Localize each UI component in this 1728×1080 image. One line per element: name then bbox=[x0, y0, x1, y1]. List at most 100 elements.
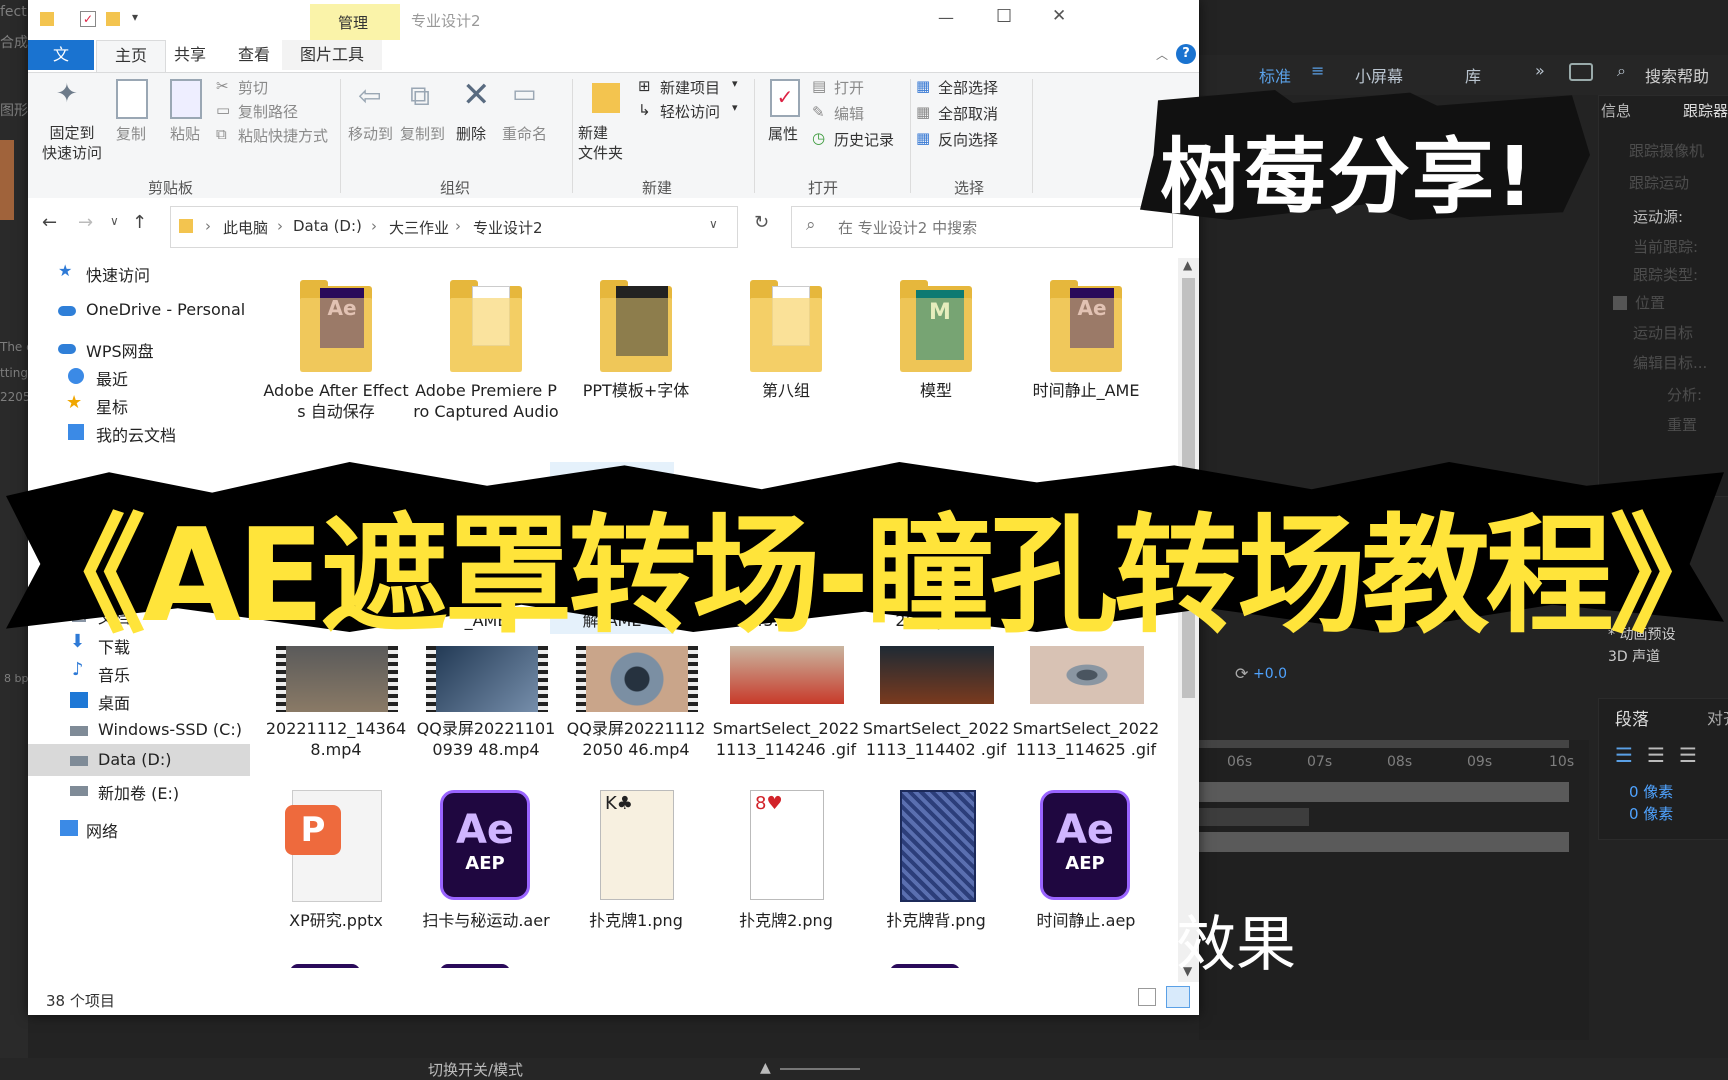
layer-bar[interactable] bbox=[1199, 832, 1569, 852]
offset-value[interactable]: +0.0 bbox=[1253, 666, 1287, 682]
search-icon[interactable]: ⌕ bbox=[1617, 61, 1626, 81]
tab-view[interactable]: 查看 bbox=[220, 40, 288, 70]
workspace-tab-standard[interactable]: 标准 bbox=[1259, 63, 1291, 87]
large-icons-view-icon[interactable] bbox=[1166, 986, 1190, 1008]
copy-path-button[interactable]: ▭ 复制路径 bbox=[216, 101, 346, 125]
align-center-icon[interactable]: ☰ bbox=[1647, 743, 1665, 767]
refresh-icon[interactable]: ↻ bbox=[754, 212, 769, 233]
workspace-tab-library[interactable]: 库 bbox=[1465, 63, 1481, 87]
select-all-button[interactable]: ▦ 全部选择 bbox=[916, 77, 1026, 101]
chevron-right-double-icon[interactable]: » bbox=[1535, 61, 1545, 80]
breadcrumb-item[interactable]: Data (D:) bbox=[293, 217, 362, 235]
video-file-item[interactable]: QQ录屏202211122050 46.mp4 bbox=[562, 646, 710, 760]
forward-arrow-icon[interactable]: → bbox=[78, 212, 93, 233]
video-file-item[interactable]: 20221112_143648.mp4 bbox=[262, 646, 410, 760]
workspace-tab-small-screen[interactable]: 小屏幕 bbox=[1355, 63, 1403, 87]
zoom-slider[interactable] bbox=[780, 1068, 860, 1070]
gif-file-item[interactable]: SmartSelect_20221113_114402 .gif bbox=[862, 646, 1010, 760]
reset-button[interactable]: 重置 bbox=[1667, 414, 1697, 435]
png-file-item[interactable]: 扑克牌背.png bbox=[862, 790, 1010, 931]
nav-item-drive-e[interactable]: 新加卷 (E:) bbox=[28, 776, 250, 806]
nav-item-network[interactable]: 网络 bbox=[28, 814, 250, 844]
workspace-settings-icon[interactable] bbox=[1569, 63, 1593, 81]
align-right-icon[interactable]: ☰ bbox=[1679, 743, 1697, 767]
gif-file-item[interactable]: SmartSelect_20221113_114246 .gif bbox=[712, 646, 860, 760]
nav-item-drive-d[interactable]: Data (D:) bbox=[28, 744, 250, 776]
select-none-button[interactable]: ▦ 全部取消 bbox=[916, 103, 1026, 127]
history-button[interactable]: ◷ 历史记录 bbox=[812, 129, 908, 153]
cut-button[interactable]: ✂ 剪切 bbox=[216, 77, 346, 101]
aep-file-item[interactable]: Ae AEP 扫卡与秘运动.aer bbox=[412, 790, 560, 931]
folder-item[interactable]: Ae 时间静止_AME bbox=[1012, 280, 1160, 401]
nav-item-music[interactable]: ♪ 音乐 bbox=[28, 658, 250, 688]
track-camera-button[interactable]: 跟踪摄像机 bbox=[1629, 140, 1704, 161]
copy-to-button[interactable]: ⧉ 复制到 bbox=[400, 79, 450, 159]
nav-item-recent[interactable]: 最近 bbox=[28, 362, 250, 392]
collapse-ribbon-icon[interactable]: ︿ bbox=[1156, 46, 1168, 63]
nav-item-wps-drive[interactable]: WPS网盘 bbox=[28, 334, 250, 364]
breadcrumb-item[interactable]: 大三作业 bbox=[389, 217, 449, 238]
toggle-mode-button[interactable]: 切换开关/模式 bbox=[428, 1059, 523, 1080]
search-box[interactable]: ⌕ 在 专业设计2 中搜索 bbox=[791, 206, 1173, 248]
move-to-button[interactable]: ⇦ 移动到 bbox=[348, 79, 398, 159]
edit-button[interactable]: ✎ 编辑 bbox=[812, 103, 908, 127]
easy-access-button[interactable]: ↳ 轻松访问 ▾ bbox=[638, 101, 748, 125]
layer-bar[interactable] bbox=[1199, 782, 1569, 802]
tab-paragraph[interactable]: 段落 bbox=[1615, 705, 1649, 730]
nav-item-quick-access[interactable]: ★ 快速访问 bbox=[28, 258, 250, 288]
zoom-out-icon[interactable]: ▲ bbox=[760, 1060, 771, 1076]
help-icon[interactable]: ? bbox=[1176, 44, 1196, 64]
new-folder-quick-icon[interactable] bbox=[106, 12, 120, 26]
back-arrow-icon[interactable]: ← bbox=[42, 212, 57, 233]
paste-button[interactable]: 粘贴 bbox=[162, 79, 210, 159]
png-file-item[interactable]: 8♥ 扑克牌2.png bbox=[712, 790, 860, 931]
menu-icon[interactable]: ≡ bbox=[1311, 61, 1324, 80]
layer-bar[interactable] bbox=[1199, 808, 1309, 826]
search-help-input[interactable]: 搜索帮助 bbox=[1645, 63, 1709, 87]
track-motion-button[interactable]: 跟踪运动 bbox=[1629, 172, 1689, 193]
nav-item-starred[interactable]: ★ 星标 bbox=[28, 390, 250, 420]
gif-file-item[interactable]: SmartSelect_20221113_114625 .gif bbox=[1012, 646, 1160, 760]
chevron-down-icon[interactable]: ∨ bbox=[709, 217, 718, 231]
folder-item[interactable]: Adobe Premiere Pro Captured Audio bbox=[412, 280, 560, 422]
tab-tracker[interactable]: 跟踪器 bbox=[1683, 100, 1728, 121]
png-file-item[interactable]: K♣ 扑克牌1.png bbox=[562, 790, 710, 931]
aep-file-item[interactable]: Ae AEP 时间静止.aep bbox=[1012, 790, 1160, 931]
address-bar[interactable]: › 此电脑 › Data (D:) › 大三作业 › 专业设计2 ∨ bbox=[170, 206, 738, 248]
nav-item-onedrive[interactable]: OneDrive - Personal bbox=[28, 296, 250, 326]
folder-item[interactable]: PPT模板+字体 bbox=[562, 280, 710, 401]
properties-button[interactable]: ✓ 属性 bbox=[760, 79, 810, 169]
rotate-icon[interactable]: ⟳ bbox=[1235, 664, 1248, 683]
copy-button[interactable]: 复制 bbox=[108, 79, 156, 159]
nav-item-drive-c[interactable]: Windows-SSD (C:) bbox=[28, 716, 250, 746]
paste-shortcut-button[interactable]: ⧉ 粘贴快捷方式 bbox=[216, 125, 346, 149]
delete-button[interactable]: ✕ 删除 bbox=[456, 75, 496, 159]
tab-file[interactable]: 文件 bbox=[28, 40, 94, 94]
align-left-icon[interactable]: ☰ bbox=[1615, 743, 1633, 767]
details-view-icon[interactable] bbox=[1138, 988, 1156, 1006]
close-button[interactable]: ✕ bbox=[1052, 6, 1066, 26]
minimize-button[interactable]: — bbox=[938, 8, 954, 27]
scroll-up-icon[interactable]: ▲ bbox=[1183, 258, 1192, 272]
maximize-button[interactable]: ☐ bbox=[996, 6, 1012, 27]
nav-item-desktop[interactable]: 桌面 bbox=[28, 686, 250, 716]
breadcrumb-item[interactable]: 专业设计2 bbox=[473, 217, 543, 238]
tab-share[interactable]: 共享 bbox=[156, 40, 224, 70]
position-checkbox[interactable] bbox=[1613, 296, 1627, 310]
tab-info[interactable]: 信息 bbox=[1601, 100, 1631, 121]
folder-item[interactable]: Ae Adobe After Effects 自动保存 bbox=[262, 280, 410, 422]
properties-quick-icon[interactable]: ✓ bbox=[80, 11, 96, 27]
breadcrumb-item[interactable]: 此电脑 bbox=[223, 217, 268, 238]
tab-manage[interactable]: 管理 bbox=[338, 12, 368, 33]
new-item-button[interactable]: ⊞ 新建项目 ▾ bbox=[638, 77, 748, 101]
folder-item[interactable]: 第八组 bbox=[712, 280, 860, 401]
open-button[interactable]: ▤ 打开 bbox=[812, 77, 908, 101]
pin-to-quick-access-button[interactable]: ✦ 固定到 快速访问 bbox=[38, 79, 102, 169]
video-file-item[interactable]: QQ录屏202211010939 48.mp4 bbox=[412, 646, 560, 760]
rename-button[interactable]: ▭ 重命名 bbox=[502, 79, 552, 159]
nav-item-cloud-docs[interactable]: 我的云文档 bbox=[28, 418, 250, 448]
tab-picture-tools[interactable]: 图片工具 bbox=[282, 40, 383, 70]
indent-left-value[interactable]: 0 像素 bbox=[1629, 781, 1673, 802]
customize-quick-access-icon[interactable]: ▾ bbox=[132, 10, 138, 24]
recent-locations-icon[interactable]: ∨ bbox=[110, 214, 119, 228]
